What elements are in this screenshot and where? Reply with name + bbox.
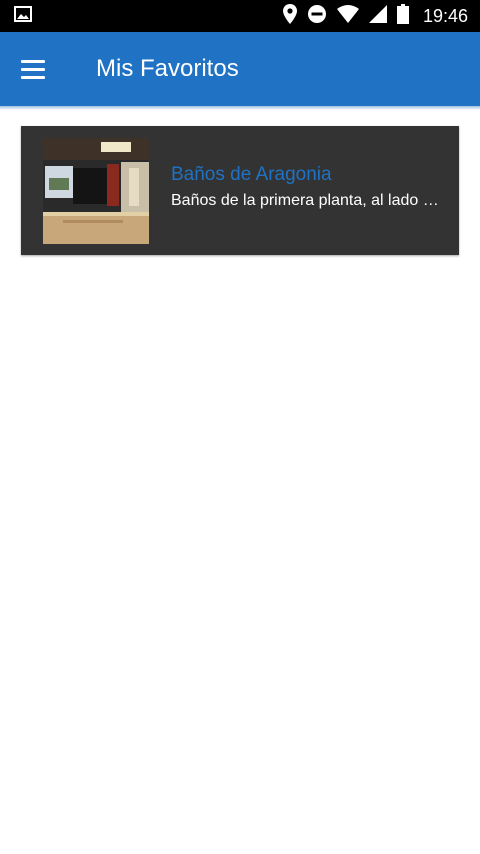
page-title: Mis Favoritos	[96, 55, 239, 82]
app-bar-shadow	[0, 106, 480, 110]
favorite-title[interactable]: Baños de Aragonia	[171, 164, 332, 186]
status-time: 19:46	[422, 5, 468, 26]
image-icon	[14, 5, 32, 27]
favorite-description: Baños de la primera planta, al lado de…	[171, 192, 439, 209]
photo-thumbnail	[43, 138, 149, 244]
app-bar: Mis Favoritos	[0, 32, 480, 106]
location-icon	[282, 3, 297, 29]
signal-icon	[368, 4, 387, 28]
hamburger-menu-icon[interactable]	[21, 48, 63, 90]
dnd-icon	[307, 4, 327, 29]
wifi-icon	[336, 4, 359, 28]
favorite-card[interactable]: Baños de Aragonia Baños de la primera pl…	[21, 126, 459, 255]
status-bar: 19:46	[0, 0, 480, 32]
battery-icon	[396, 3, 409, 29]
